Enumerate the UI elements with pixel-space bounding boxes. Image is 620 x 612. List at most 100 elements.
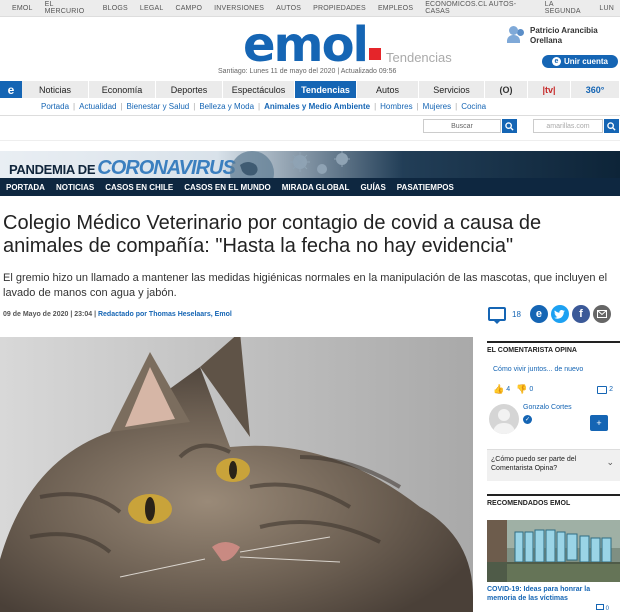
section-name: Tendencias: [386, 50, 452, 65]
top-link-empleos[interactable]: EMPLEOS: [372, 5, 419, 12]
nav-tv-icon[interactable]: |tv|: [528, 81, 571, 98]
nav-item-deportes[interactable]: Deportes: [156, 81, 223, 98]
amarillas-search-input[interactable]: amarillas.com: [533, 119, 603, 133]
likes-count: 4: [506, 386, 511, 393]
chevron-down-icon: ⌄: [606, 457, 614, 467]
commenter-name[interactable]: Gonzalo Cortes: [523, 404, 572, 411]
user-name: Patricio Arancibia Orellana: [530, 26, 598, 45]
covid-link-portada[interactable]: PORTADA: [6, 183, 50, 192]
top-link-blogs[interactable]: BLOGS: [97, 5, 134, 12]
comment-icon[interactable]: [488, 307, 506, 324]
subnav-hombres[interactable]: Hombres: [376, 102, 416, 111]
article-photo-cat[interactable]: [0, 337, 473, 612]
side-comments[interactable]: 2: [597, 385, 613, 394]
comentarista-link[interactable]: Cómo vivir juntos... de nuevo: [493, 366, 583, 373]
commenter-avatar[interactable]: [489, 404, 519, 434]
verified-icon: ✓: [523, 415, 532, 424]
comment-icon: [596, 604, 604, 610]
share-emol-button[interactable]: e: [529, 305, 548, 323]
recommended-photo[interactable]: [487, 520, 620, 582]
coronavirus-banner[interactable]: PANDEMIA DE CORONAVIRUS: [0, 151, 620, 178]
mail-icon: [596, 310, 607, 318]
subnav-bienestar[interactable]: Bienestar y Salud: [123, 102, 194, 111]
search-icon: [607, 121, 616, 131]
comment-icon: [597, 385, 608, 394]
recommended-header: RECOMENDADOS EMOL: [487, 494, 620, 507]
subnav-actualidad[interactable]: Actualidad: [75, 102, 120, 111]
user-box[interactable]: Patricio Arancibia Orellana: [507, 26, 610, 46]
nav-item-tendencias[interactable]: Tendencias: [295, 81, 357, 98]
sub-nav: Portada | Actualidad | Bienestar y Salud | …: [0, 98, 620, 116]
share-twitter-button[interactable]: [550, 305, 569, 323]
top-link-autos[interactable]: AUTOS: [270, 5, 307, 12]
emol-logo[interactable]: emol: [243, 17, 381, 73]
date-updated: Santiago: Lunes 11 de mayo del 2020 | Ac…: [218, 68, 397, 75]
recommended-caption[interactable]: COVID-19: Ideas para honrar la memoria d…: [487, 585, 607, 603]
nav-item-espectaculos[interactable]: Espectáculos: [223, 81, 295, 98]
top-link-campo[interactable]: CAMPO: [169, 5, 208, 12]
covid-link-pasatiempos[interactable]: PASATIEMPOS: [397, 183, 459, 192]
cat-photo: [0, 337, 473, 612]
faq-box[interactable]: ¿Cómo puedo ser parte del Comentarista O…: [487, 449, 620, 481]
share-bar: 18 e f: [488, 305, 611, 324]
article-headline: Colegio Médico Veterinario por contagio …: [3, 212, 542, 257]
logo-red-dot: [369, 48, 381, 60]
article-date: 09 de Mayo de 2020 | 23:04 |: [3, 311, 98, 318]
emol-e-icon: e: [551, 57, 561, 66]
article-author[interactable]: Redactado por Thomas Heselaars, Emol: [98, 311, 232, 318]
top-link-propiedades[interactable]: PROPIEDADES: [307, 5, 372, 12]
nav-radio-icon[interactable]: (O): [485, 81, 528, 98]
covid-link-guias[interactable]: GUÍAS: [360, 183, 390, 192]
comment-count[interactable]: 18: [512, 310, 521, 319]
thumbs-up-icon[interactable]: 👍: [493, 384, 504, 395]
follow-user-button[interactable]: +: [590, 415, 608, 431]
search-button[interactable]: [502, 119, 517, 133]
top-link-inversiones[interactable]: INVERSIONES: [208, 5, 270, 12]
top-link-economicos[interactable]: ECONOMICOS.CL AUTOS- CASAS: [419, 1, 539, 15]
share-email-button[interactable]: [592, 305, 611, 323]
link-account-label: Unir cuenta: [563, 57, 608, 66]
side-comments-count: 2: [609, 386, 613, 393]
link-account-button[interactable]: e Unir cuenta: [542, 55, 618, 68]
covid-link-mirada-global[interactable]: MIRADA GLOBAL: [282, 183, 355, 192]
subnav-cocina[interactable]: Cocina: [457, 102, 490, 111]
top-links-bar: EMOL EL MERCURIO BLOGS LEGAL CAMPO INVER…: [0, 0, 620, 17]
covid-banner-title: PANDEMIA DE CORONAVIRUS: [9, 157, 236, 178]
nav-item-autos[interactable]: Autos: [357, 81, 419, 98]
subnav-portada[interactable]: Portada: [37, 102, 73, 111]
top-link-emol[interactable]: EMOL: [6, 5, 39, 12]
subnav-mujeres[interactable]: Mujeres: [419, 102, 455, 111]
comentarista-header: EL COMENTARISTA OPINA: [487, 341, 620, 354]
nav-item-servicios[interactable]: Servicios: [419, 81, 485, 98]
user-icon: [507, 26, 526, 44]
thank-you-photo: [487, 520, 620, 582]
top-link-la-segunda[interactable]: LA SEGUNDA: [539, 1, 594, 15]
covid-link-casos-mundo[interactable]: CASOS EN EL MUNDO: [184, 183, 276, 192]
covid-link-casos-chile[interactable]: CASOS EN CHILE: [105, 183, 178, 192]
main-nav: e Noticias Economía Deportes Espectáculo…: [0, 81, 620, 98]
nav-360-icon[interactable]: 360°: [571, 81, 620, 98]
nav-home-logo[interactable]: e: [0, 81, 22, 98]
vote-row: 👍 4 👎 0 2: [493, 384, 613, 395]
thumbs-down-icon[interactable]: 👎: [516, 384, 527, 395]
search-icon: [505, 121, 514, 131]
amarillas-search-button[interactable]: [604, 119, 619, 133]
subnav-animales[interactable]: Animales y Medio Ambiente: [260, 102, 374, 111]
coronavirus-subnav: PORTADA NOTICIAS CASOS EN CHILE CASOS EN…: [0, 178, 620, 196]
twitter-icon: [554, 309, 566, 319]
logo-wordmark: emol: [243, 17, 369, 73]
share-facebook-button[interactable]: f: [571, 305, 590, 323]
top-link-lun[interactable]: LUN: [593, 5, 620, 12]
subnav-belleza[interactable]: Belleza y Moda: [195, 102, 258, 111]
dislikes-count: 0: [529, 386, 534, 393]
recommended-comments[interactable]: 0: [596, 604, 609, 612]
search-input[interactable]: Buscar: [423, 119, 501, 133]
recommended-comments-count: 0: [605, 606, 610, 612]
commenter-card: Gonzalo Cortes ✓ +: [487, 402, 620, 442]
nav-item-noticias[interactable]: Noticias: [22, 81, 89, 98]
nav-item-economia[interactable]: Economía: [89, 81, 156, 98]
top-link-legal[interactable]: LEGAL: [134, 5, 170, 12]
top-link-el-mercurio[interactable]: EL MERCURIO: [39, 1, 97, 15]
covid-link-noticias[interactable]: NOTICIAS: [56, 183, 99, 192]
article-byline: 09 de Mayo de 2020 | 23:04 | Redactado p…: [3, 311, 232, 318]
